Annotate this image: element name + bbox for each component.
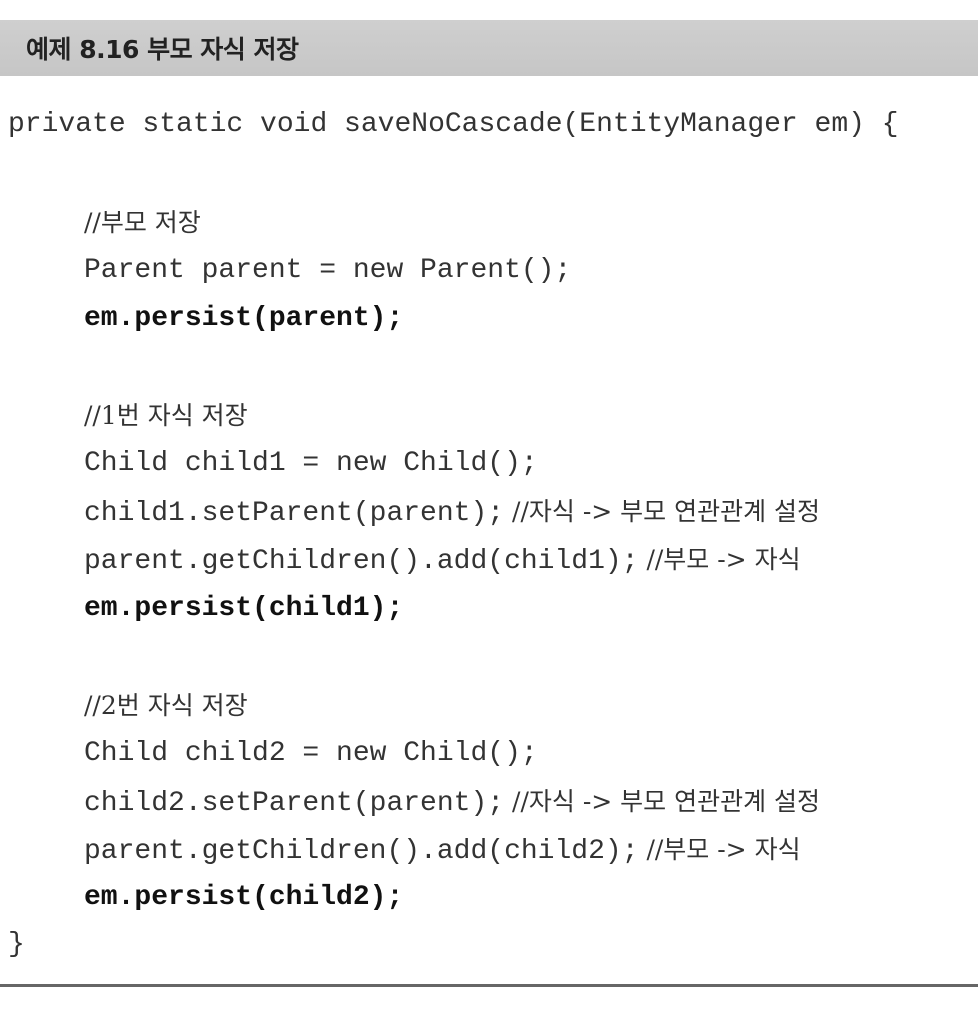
code-line-parent-new: Parent parent = new Parent(); [84, 255, 572, 286]
bottom-divider [0, 984, 978, 987]
comment-child1: //1번 자식 저장 [84, 401, 248, 430]
code-child2-set: child2.setParent(parent); [84, 788, 505, 819]
code-line-persist-child2: em.persist(child2); [84, 882, 404, 913]
comment-child2: //2번 자식 저장 [84, 691, 248, 720]
code-line-persist-parent: em.persist(parent); [84, 303, 404, 334]
code-child1-set: child1.setParent(parent); [84, 498, 505, 529]
code-line-child2-new: Child child2 = new Child(); [84, 738, 538, 769]
code-line-persist-child1: em.persist(child1); [84, 593, 404, 624]
comment-child2-add: //부모 -> 자식 [638, 835, 801, 864]
comment-child2-set: //자식 -> 부모 연관관계 설정 [504, 787, 821, 816]
code-line-child1-new: Child child1 = new Child(); [84, 448, 538, 479]
code-child2-add: parent.getChildren().add(child2); [84, 836, 639, 867]
code-block: private static void saveNoCascade(Entity… [8, 0, 978, 960]
method-signature: private static void saveNoCascade(Entity… [8, 109, 899, 140]
code-line-child2-add: parent.getChildren().add(child2); //부모 -… [8, 830, 801, 870]
comment-parent: //부모 저장 [84, 208, 201, 237]
code-line-child1-add: parent.getChildren().add(child1); //부모 -… [8, 540, 801, 580]
code-child1-add: parent.getChildren().add(child1); [84, 546, 639, 577]
comment-child1-set: //자식 -> 부모 연관관계 설정 [504, 497, 821, 526]
code-line-child1-set: child1.setParent(parent); //자식 -> 부모 연관관… [8, 492, 820, 532]
code-line-child2-set: child2.setParent(parent); //자식 -> 부모 연관관… [8, 782, 820, 822]
comment-child1-add: //부모 -> 자식 [638, 545, 801, 574]
closing-brace: } [8, 929, 25, 960]
